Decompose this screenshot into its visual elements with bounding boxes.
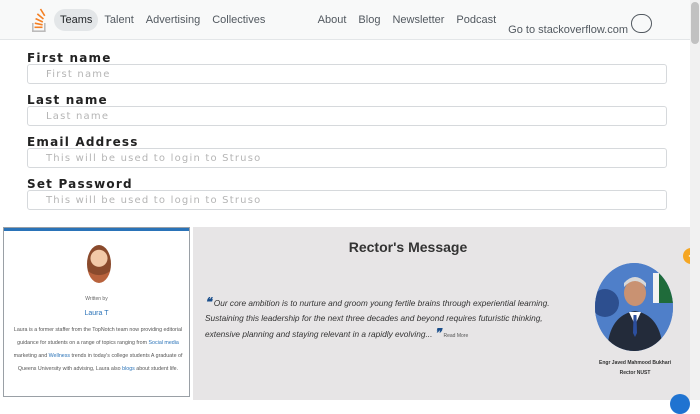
- author-profile-card: Written by Laura T Laura is a former sta…: [3, 227, 190, 397]
- open-quote-icon: ❝: [205, 295, 212, 309]
- nav-go-to-stackoverflow[interactable]: Go to stackoverflow.com: [502, 9, 658, 41]
- bio-text-5: trends in today's: [71, 353, 110, 359]
- rector-name: Engr Javed Mahmood Bukhari: [599, 360, 671, 366]
- bio-link-blogs[interactable]: blogs: [122, 366, 135, 372]
- email-input[interactable]: This will be used to login to Struso: [27, 148, 667, 168]
- scrollbar-thumb[interactable]: [691, 2, 699, 44]
- nav-advertising[interactable]: Advertising: [140, 9, 206, 31]
- page-scrollbar[interactable]: [690, 0, 700, 400]
- last-name-label: Last name: [27, 93, 108, 107]
- nav-teams[interactable]: Teams: [54, 9, 99, 31]
- rector-quote: ❝ Our core ambition is to nurture and gr…: [205, 295, 565, 344]
- author-avatar: [87, 245, 111, 283]
- chat-icon[interactable]: [670, 394, 690, 414]
- external-link-icon: [631, 14, 652, 33]
- written-by-label: Written by: [85, 296, 108, 302]
- nav-go-to-label: Go to stackoverflow.com: [508, 24, 628, 36]
- nav-about[interactable]: About: [312, 9, 353, 41]
- bio-text-6: college students: [111, 353, 150, 359]
- nav-collectives[interactable]: Collectives: [206, 9, 271, 31]
- author-bio: Laura is a former staffer from the TopNo…: [12, 324, 184, 376]
- close-quote-icon: ❞: [434, 326, 442, 340]
- bio-text-3: marketing: [13, 353, 37, 359]
- nav-left-group: Teams Talent Advertising Collectives: [54, 9, 271, 31]
- nav-podcast[interactable]: Podcast: [450, 9, 502, 41]
- bio-link-social-media[interactable]: Social media: [149, 340, 179, 346]
- first-name-input[interactable]: First name: [27, 64, 667, 84]
- signup-form: First name First name Last name Last nam…: [0, 40, 690, 220]
- read-more-link[interactable]: Read More: [443, 333, 468, 339]
- last-name-input[interactable]: Last name: [27, 106, 667, 126]
- nav-right-group: About Blog Newsletter Podcast Go to stac…: [312, 9, 658, 41]
- author-name-link[interactable]: Laura T: [4, 310, 189, 317]
- bio-text-2: students on a range of topics ranging fr…: [47, 340, 148, 346]
- bio-link-wellness[interactable]: Wellness: [49, 353, 70, 359]
- bio-text-8: about student life.: [136, 366, 179, 372]
- rector-message-panel: Rector's Message ❝ Our core ambition is …: [193, 227, 700, 400]
- rector-title: Rector's Message: [348, 239, 468, 255]
- nav-blog[interactable]: Blog: [352, 9, 386, 41]
- stackoverflow-logo-icon[interactable]: [30, 7, 48, 33]
- first-name-label: First name: [27, 51, 112, 65]
- top-navigation: Teams Talent Advertising Collectives Abo…: [0, 0, 690, 40]
- password-input[interactable]: This will be used to login to Struso: [27, 190, 667, 210]
- nav-newsletter[interactable]: Newsletter: [386, 9, 450, 41]
- email-label: Email Address: [27, 135, 139, 149]
- nav-talent[interactable]: Talent: [98, 9, 139, 31]
- bio-text-4: and: [38, 353, 48, 359]
- quote-text: Our core ambition is to nurture and groo…: [205, 298, 550, 339]
- password-label: Set Password: [27, 177, 133, 191]
- rector-photo: [595, 263, 673, 351]
- rector-role: Rector NUST: [619, 370, 651, 376]
- card-accent-line: [4, 228, 189, 231]
